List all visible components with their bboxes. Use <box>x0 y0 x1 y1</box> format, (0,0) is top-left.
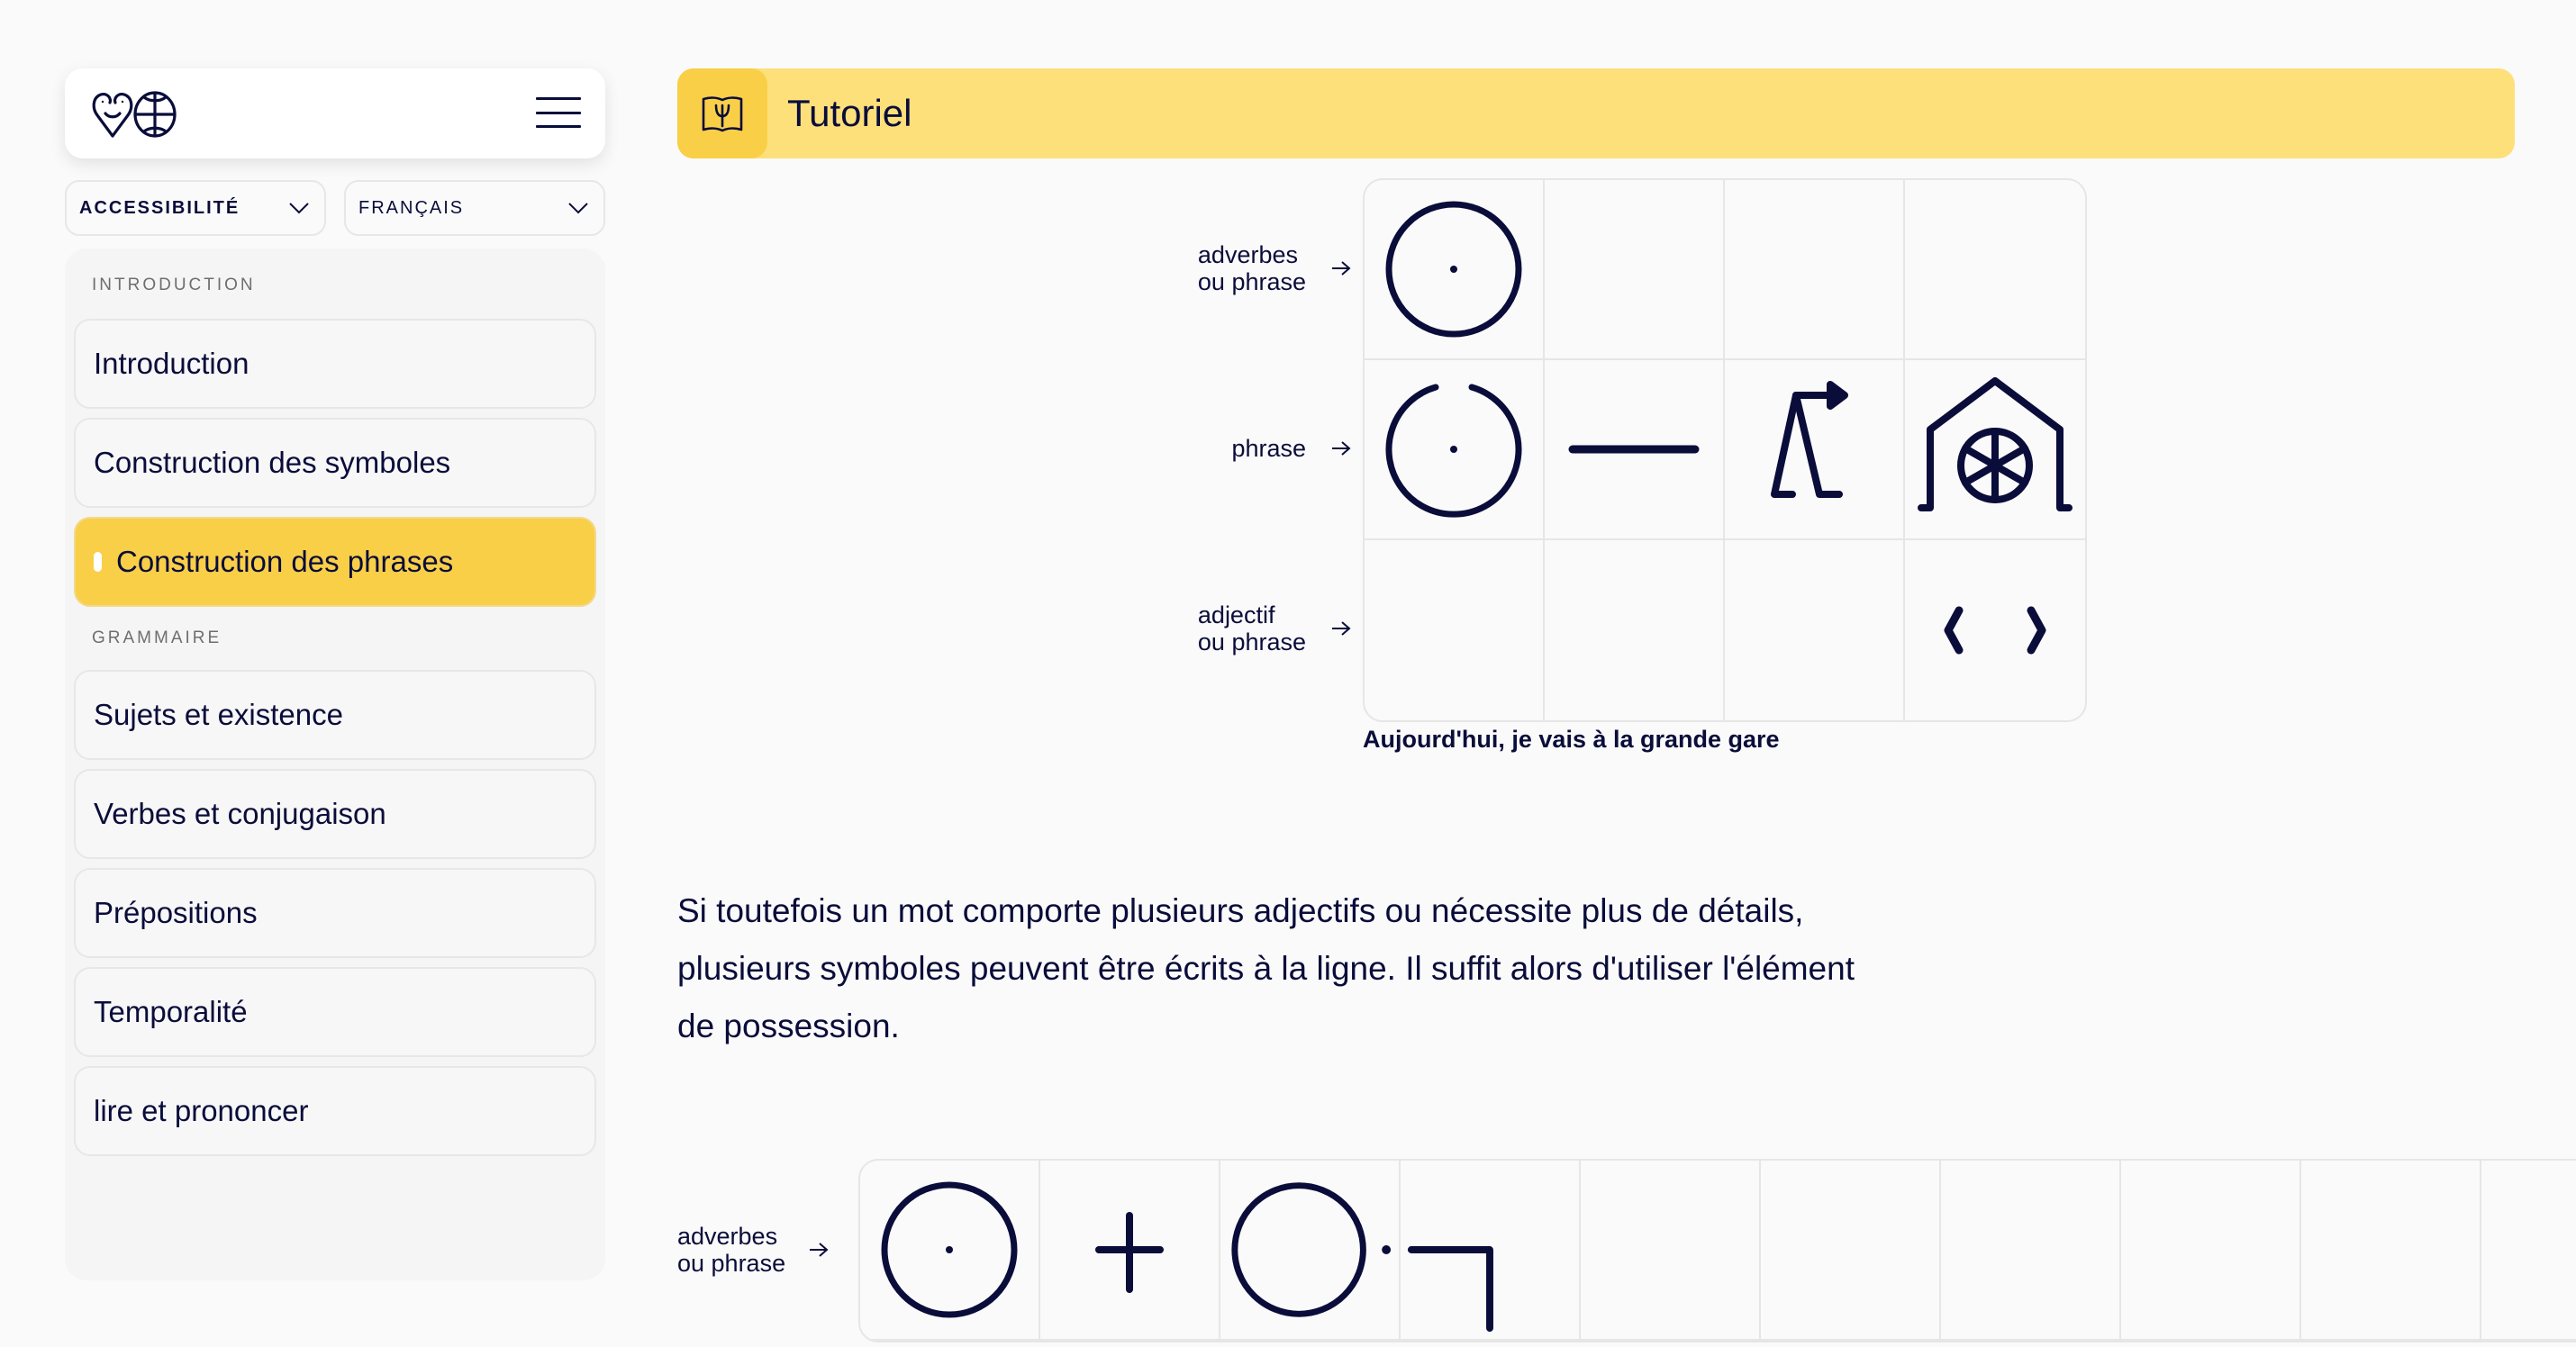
sidebar-item-sujets-existence[interactable]: Sujets et existence <box>74 670 596 760</box>
grid-cell <box>2301 1161 2481 1341</box>
row-label-line: ou phrase <box>1197 268 1306 295</box>
sidebar-item-construction-symboles[interactable]: Construction des symboles <box>74 418 596 508</box>
grid-cell <box>1545 360 1725 540</box>
grid-cell <box>1401 1161 1581 1341</box>
circle-possession-symbol-icon <box>1231 1182 1392 1317</box>
grid-cell <box>2481 1161 2576 1341</box>
symbol-grid-1 <box>1363 178 2087 722</box>
arrow-right-icon <box>810 1243 829 1257</box>
language-select[interactable]: FRANÇAIS <box>344 180 605 236</box>
walk-arrow-symbol-icon <box>1771 381 1848 498</box>
grid-cell <box>1365 360 1545 540</box>
grid-cell <box>1725 540 1905 720</box>
chevrons-symbol-icon <box>1944 606 2046 655</box>
hamburger-line <box>536 125 581 128</box>
station-wheel-symbol-icon <box>1918 377 2073 511</box>
sidebar-item-label: Construction des phrases <box>116 545 454 578</box>
logo-card <box>65 68 605 158</box>
grid-cell <box>1220 1161 1401 1341</box>
sidebar-item-prepositions[interactable]: Prépositions <box>74 868 596 958</box>
arrow-right-icon <box>1332 621 1351 636</box>
section-label-grammaire: GRAMMAIRE <box>92 628 222 647</box>
corner-symbol-icon <box>1407 1246 1493 1333</box>
row-label-line: ou phrase <box>1197 628 1306 655</box>
sidebar-item-verbes-conjugaison[interactable]: Verbes et conjugaison <box>74 769 596 859</box>
sidebar-item-label: Construction des symboles <box>94 446 451 479</box>
logo-icon[interactable] <box>90 90 180 139</box>
accessibility-select[interactable]: ACCESSIBILITÉ <box>65 180 326 236</box>
circle-dot-symbol-icon <box>1385 201 1522 338</box>
page-header: Tutoriel <box>677 68 2515 158</box>
sidebar-item-construction-phrases[interactable]: Construction des phrases <box>74 517 596 607</box>
grid-cell <box>1725 360 1905 540</box>
page-header-icon-box <box>677 68 767 158</box>
grid-cell <box>2121 1161 2301 1341</box>
sidebar-item-introduction[interactable]: Introduction <box>74 319 596 409</box>
row-label-line: phrase <box>1231 435 1306 462</box>
row-label: adverbes ou phrase <box>1171 223 1351 313</box>
grid-cell <box>1040 1161 1220 1341</box>
active-marker <box>94 552 102 572</box>
book-icon <box>702 96 743 132</box>
grid-cell <box>1761 1161 1941 1341</box>
diagram-caption: Aujourd'hui, je vais à la grande gare <box>1363 726 1780 753</box>
page-title: Tutoriel <box>787 92 912 134</box>
grid-cell <box>860 1161 1040 1341</box>
row-label-line: ou phrase <box>677 1250 786 1277</box>
row-label-line: adjectif <box>1197 601 1275 628</box>
grid-cell <box>1545 180 1725 360</box>
sidebar-item-label: Verbes et conjugaison <box>94 797 386 830</box>
grid-cell <box>1725 180 1905 360</box>
chevron-down-icon <box>289 203 309 214</box>
chevron-down-icon <box>568 203 588 214</box>
circle-dot-symbol-icon <box>881 1181 1018 1318</box>
grid-cell <box>1545 540 1725 720</box>
grid-cell <box>1905 540 2085 720</box>
grid-cell <box>1905 180 2085 360</box>
section-label-introduction: INTRODUCTION <box>92 276 256 294</box>
arrow-right-icon <box>1332 261 1351 276</box>
body-paragraph: Si toutefois un mot comporte plusieurs a… <box>677 892 1855 1044</box>
row-label: adverbes ou phrase <box>677 1205 848 1295</box>
sidebar-item-label: Introduction <box>94 347 249 380</box>
menu-button[interactable] <box>533 90 584 135</box>
sidebar-item-temporalite[interactable]: Temporalité <box>74 967 596 1057</box>
sidebar-nav: INTRODUCTION Introduction Construction d… <box>65 249 605 1280</box>
hamburger-line <box>536 111 581 114</box>
grid-cell <box>1365 540 1545 720</box>
row-label-line: adverbes <box>1197 241 1298 268</box>
grid-cell <box>1905 360 2085 540</box>
language-select-value: FRANÇAIS <box>358 197 465 218</box>
row-label: phrase <box>1171 403 1351 493</box>
grid-cell <box>1941 1161 2121 1341</box>
arrow-right-icon <box>1332 441 1351 456</box>
sidebar-item-label: Temporalité <box>94 995 248 1028</box>
row-label-line: adverbes <box>677 1223 778 1250</box>
dash-symbol-icon <box>1568 445 1700 454</box>
grid-cell <box>1365 180 1545 360</box>
row-label: adjectif ou phrase <box>1171 583 1351 674</box>
sidebar-item-label: Prépositions <box>94 896 258 929</box>
sidebar-item-lire-prononcer[interactable]: lire et prononcer <box>74 1066 596 1156</box>
open-circle-dot-symbol-icon <box>1385 384 1522 518</box>
sidebar-item-label: lire et prononcer <box>94 1094 309 1127</box>
accessibility-select-value: ACCESSIBILITÉ <box>79 197 240 218</box>
hamburger-line <box>536 97 581 100</box>
plus-symbol-icon <box>1095 1212 1164 1293</box>
symbol-grid-2 <box>858 1159 2576 1342</box>
grid-cell <box>1581 1161 1761 1341</box>
sidebar-item-label: Sujets et existence <box>94 698 343 731</box>
